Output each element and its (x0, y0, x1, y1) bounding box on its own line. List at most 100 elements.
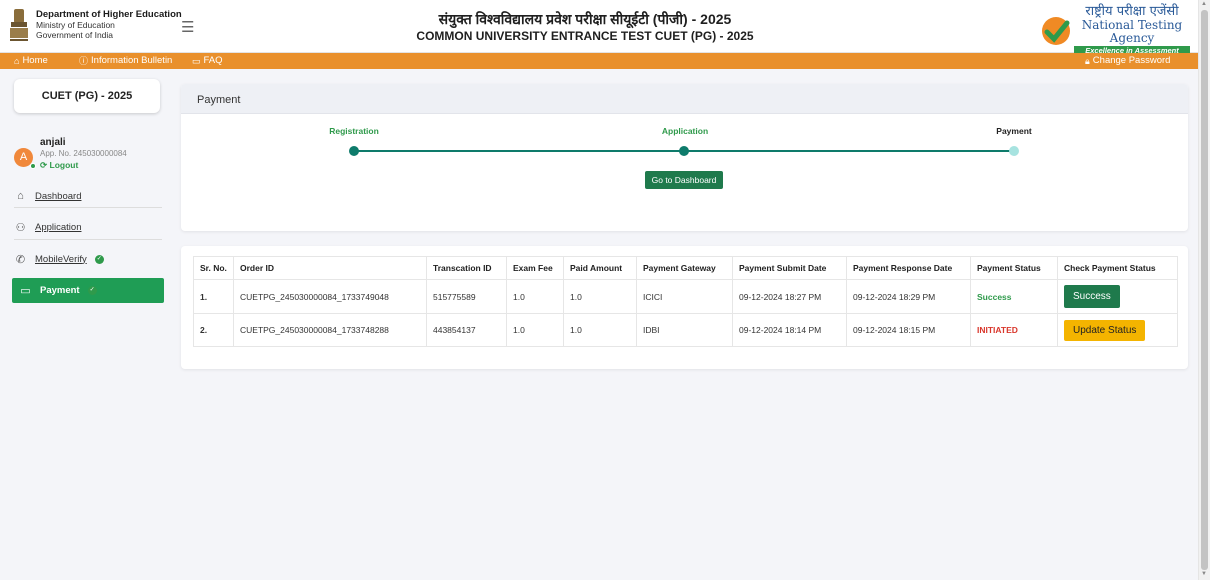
sidebar-item-mobileverify[interactable]: ✆ MobileVerify ✓ (14, 248, 164, 270)
nav-home[interactable]: ⌂ Home (14, 55, 48, 67)
logout-icon: ⟳ (40, 160, 48, 170)
payment-table: Sr. No. Order ID Transcation ID Exam Fee… (193, 256, 1178, 347)
sidebar-item-label: Dashboard (35, 190, 82, 202)
user-add-icon: ⚇ (15, 221, 26, 234)
step-label-payment: Payment (996, 126, 1032, 136)
divider (14, 207, 162, 208)
cell-sr: 2. (193, 313, 234, 347)
cell-action: Success (1057, 279, 1178, 314)
cell-order-id: CUETPG_245030000084_1733749048 (233, 279, 427, 314)
nav-info-label: Information Bulletin (91, 55, 173, 66)
scroll-down-arrow-icon[interactable]: ▼ (1201, 571, 1207, 577)
cell-transaction-id: 515775589 (426, 279, 507, 314)
sidebar-item-label: MobileVerify (35, 253, 87, 265)
status-badge: INITIATED (970, 313, 1058, 347)
exam-title-box: CUET (PG) - 2025 (14, 79, 160, 113)
phone-icon: ✆ (15, 253, 26, 266)
sidebar-item-dashboard[interactable]: ⌂ Dashboard (14, 185, 164, 207)
col-header: Payment Response Date (846, 256, 971, 280)
cell-order-id: CUETPG_245030000084_1733748288 (233, 313, 427, 347)
col-header: Paid Amount (563, 256, 637, 280)
department-name: Department of Higher Education (36, 9, 182, 20)
nav-bar: ⌂ Home ⓘ Information Bulletin ▭ FAQ 🔒︎ C… (0, 53, 1198, 69)
payment-history-card: Sr. No. Order ID Transcation ID Exam Fee… (181, 246, 1188, 369)
scroll-thumb[interactable] (1201, 10, 1208, 570)
cell-paid-amount: 1.0 (563, 313, 637, 347)
cell-gateway: ICICI (636, 279, 733, 314)
col-header: Payment Gateway (636, 256, 733, 280)
nav-faq-label: FAQ (203, 55, 223, 66)
nav-faq[interactable]: ▭ FAQ (192, 55, 223, 67)
lock-icon: 🔒︎ (1085, 56, 1090, 66)
home-icon: ⌂ (14, 56, 20, 66)
col-header: Transcation ID (426, 256, 507, 280)
col-header: Sr. No. (193, 256, 234, 280)
cell-action: Update Status (1057, 313, 1178, 347)
sidebar-item-application[interactable]: ⚇ Application (14, 216, 164, 238)
hamburger-icon[interactable]: ☰ (181, 20, 194, 35)
page-title: संयुक्त विश्वविद्यालय प्रवेश परीक्षा सीय… (330, 11, 840, 44)
ministry-name: Ministry of Education (36, 20, 115, 30)
cell-paid-amount: 1.0 (563, 279, 637, 314)
title-english: COMMON UNIVERSITY ENTRANCE TEST CUET (PG… (416, 29, 754, 43)
col-header: Order ID (233, 256, 427, 280)
cell-submit-date: 09-12-2024 18:14 PM (732, 313, 847, 347)
scroll-up-arrow-icon[interactable]: ▲ (1201, 1, 1207, 7)
payment-progress-card: Payment Registration Application Payment… (181, 84, 1188, 231)
application-number: App. No. 245030000084 (40, 149, 127, 158)
col-header: Payment Submit Date (732, 256, 847, 280)
col-header: Check Payment Status (1057, 256, 1178, 280)
nav-home-label: Home (22, 55, 48, 66)
chat-icon: ▭ (192, 56, 201, 66)
info-icon: ⓘ (79, 56, 89, 66)
cell-response-date: 09-12-2024 18:15 PM (846, 313, 971, 347)
step-dot-registration (349, 146, 359, 156)
cell-exam-fee: 1.0 (506, 279, 564, 314)
title-hindi: संयुक्त विश्वविद्यालय प्रवेश परीक्षा सीय… (438, 11, 732, 27)
department-block: Department of Higher Education Ministry … (36, 9, 182, 41)
top-header: Department of Higher Education Ministry … (0, 0, 1210, 55)
sidebar-item-label: Application (35, 221, 82, 233)
nav-change-password-label: Change Password (1092, 55, 1171, 66)
go-to-dashboard-button[interactable]: Go to Dashboard (645, 171, 723, 189)
nav-change-password[interactable]: 🔒︎ Change Password (1085, 55, 1171, 67)
nav-information-bulletin[interactable]: ⓘ Information Bulletin (79, 55, 173, 67)
nta-logo-icon (1042, 17, 1070, 45)
col-header: Exam Fee (506, 256, 564, 280)
success-button[interactable]: Success (1064, 285, 1120, 308)
table-row: 2. CUETPG_245030000084_1733748288 443854… (193, 313, 1178, 347)
verified-check-icon: ✓ (87, 286, 97, 295)
logout-link[interactable]: ⟳ Logout (40, 160, 78, 171)
table-header-row: Sr. No. Order ID Transcation ID Exam Fee… (193, 256, 1178, 280)
sidebar: CUET (PG) - 2025 A anjali App. No. 24503… (0, 69, 172, 580)
national-emblem-icon (10, 9, 28, 41)
online-status-dot (30, 163, 36, 169)
nta-hindi: राष्ट्रीय परीक्षा एजेंसी (1085, 4, 1179, 19)
table-row: 1. CUETPG_245030000084_1733749048 515775… (193, 279, 1178, 314)
card-icon: ▭ (20, 285, 31, 297)
col-header: Payment Status (970, 256, 1058, 280)
progress-stepper: Registration Application Payment Go to D… (181, 84, 1188, 231)
nta-english: National Testing Agency (1081, 18, 1183, 45)
nta-brand: राष्ट्रीय परीक्षा एजेंसी National Testin… (1074, 5, 1190, 55)
step-dot-application (679, 146, 689, 156)
user-name: anjali (40, 137, 66, 148)
logout-label: Logout (49, 160, 79, 170)
cell-exam-fee: 1.0 (506, 313, 564, 347)
page-scrollbar[interactable]: ▲ ▼ (1198, 0, 1210, 580)
step-label-registration: Registration (329, 126, 379, 136)
sidebar-item-payment[interactable]: ▭ Payment ✓ (12, 278, 164, 303)
cell-response-date: 09-12-2024 18:29 PM (846, 279, 971, 314)
status-badge: Success (970, 279, 1058, 314)
verified-check-icon: ✓ (94, 254, 104, 264)
cell-sr: 1. (193, 279, 234, 314)
cell-transaction-id: 443854137 (426, 313, 507, 347)
divider (14, 239, 162, 240)
cell-gateway: IDBI (636, 313, 733, 347)
update-status-button[interactable]: Update Status (1064, 319, 1146, 341)
sidebar-item-label: Payment (40, 285, 80, 296)
home-icon: ⌂ (17, 190, 24, 202)
cell-submit-date: 09-12-2024 18:27 PM (732, 279, 847, 314)
step-dot-payment (1009, 146, 1019, 156)
step-label-application: Application (661, 126, 709, 136)
